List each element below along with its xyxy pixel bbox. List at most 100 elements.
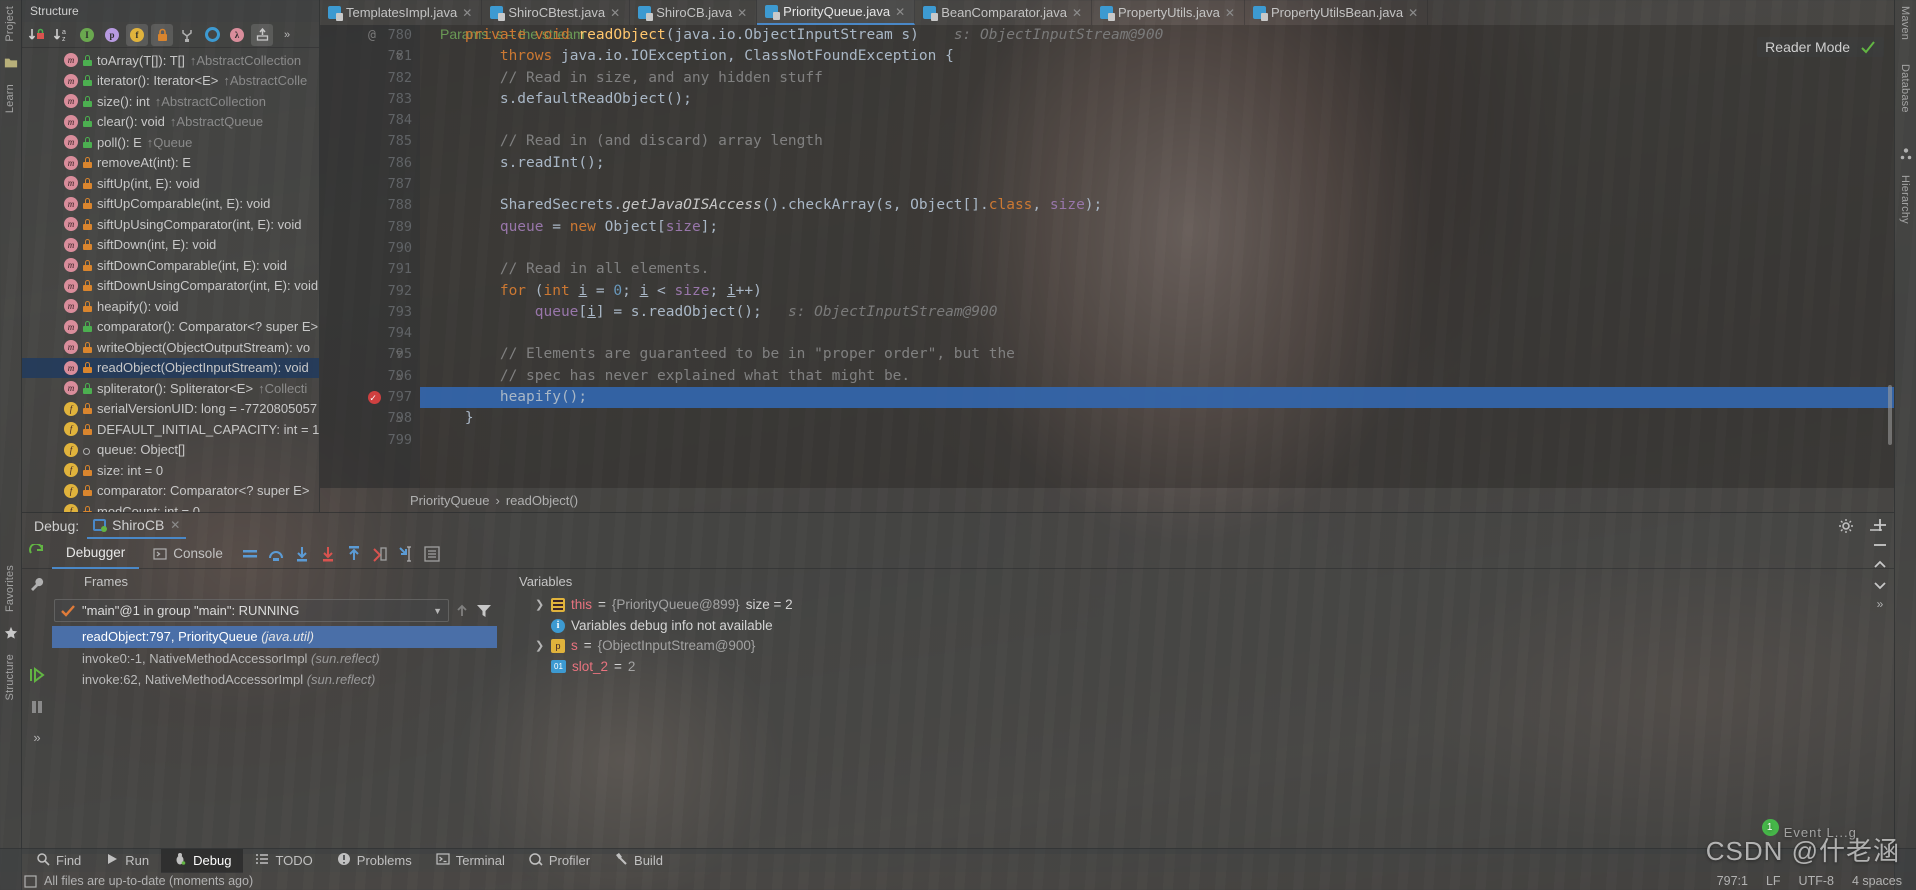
structure-item[interactable]: m writeObject(ObjectOutputStream): vo (22, 337, 319, 358)
gutter-line[interactable]: 797 (320, 387, 420, 409)
close-tab-icon[interactable]: ✕ (462, 6, 472, 20)
drop-frame-icon[interactable] (367, 541, 393, 567)
code-line[interactable]: // Elements are guaranteed to be in "pro… (420, 344, 1894, 365)
structure-item[interactable]: f size: int = 0 (22, 460, 319, 481)
bottom-tool-terminal[interactable]: Terminal (424, 849, 517, 873)
variable-row[interactable]: ❯ p s = {ObjectInputStream@900} (527, 636, 1894, 657)
structure-tree[interactable]: m toArray(T[]): T[] ↑AbstractCollection m i… (22, 48, 319, 512)
sidebar-item-favorites[interactable]: Favorites (0, 559, 20, 618)
code-line[interactable]: // Read in size, and any hidden stuff (420, 68, 1894, 89)
code-line[interactable] (420, 110, 1894, 131)
structure-item[interactable]: f serialVersionUID: long = -7720805057 (22, 399, 319, 420)
variable-row[interactable]: ❯ this = {PriorityQueue@899} size = 2 (527, 595, 1894, 616)
breadcrumb-method[interactable]: readObject() (506, 493, 578, 508)
editor-tab[interactable]: ShiroCB.java ✕ (630, 0, 758, 25)
gutter-line[interactable]: 790 (320, 238, 420, 259)
editor-code-area[interactable]: private void readObject(java.io.ObjectIn… (420, 25, 1894, 488)
variable-row[interactable]: i Variables debug info not available (527, 616, 1894, 637)
gutter-line[interactable]: 786 (320, 153, 420, 174)
sidebar-item-hierarchy[interactable]: Hierarchy (1895, 169, 1915, 230)
thread-selector[interactable]: "main"@1 in group "main": RUNNING ▼ (54, 599, 449, 622)
gear-icon[interactable] (1838, 518, 1854, 534)
show-lambdas-icon[interactable]: λ (226, 24, 248, 46)
close-tab-icon[interactable]: ✕ (1408, 6, 1418, 20)
close-tab-icon[interactable]: ✕ (1072, 6, 1082, 20)
sidebar-item-learn[interactable]: Learn (0, 78, 20, 119)
editor-tab[interactable]: PropertyUtils.java ✕ (1092, 0, 1245, 25)
gutter-line[interactable]: 799 (320, 430, 420, 451)
structure-item[interactable]: m clear(): void ↑AbstractQueue (22, 112, 319, 133)
structure-item[interactable]: f DEFAULT_INITIAL_CAPACITY: int = 11 (22, 419, 319, 440)
code-editor[interactable]: Params: s – the stream @780 ▽ 781 782 783 784… (320, 25, 1894, 488)
gutter-line[interactable]: 793 (320, 302, 420, 323)
reader-mode-indicator[interactable]: Reader Mode (1757, 37, 1884, 57)
fold-marker-icon[interactable]: ▽ (396, 344, 402, 365)
code-line[interactable]: // Read in (and discard) array length (420, 131, 1894, 152)
bottom-tool-find[interactable]: Find (24, 849, 93, 873)
call-stack-list[interactable]: readObject:797, PriorityQueue (java.util… (52, 626, 497, 691)
show-inherited-icon[interactable]: I (76, 24, 98, 46)
code-line[interactable] (420, 238, 1894, 259)
code-line[interactable]: SharedSecrets.getJavaOISAccess().checkAr… (420, 195, 1894, 216)
structure-item[interactable]: m poll(): E ↑Queue (22, 132, 319, 153)
debug-session-tab[interactable]: ShiroCB ✕ (87, 513, 187, 539)
bottom-tool-debug[interactable]: Debug (161, 848, 244, 873)
evaluate-expression-icon[interactable] (419, 541, 445, 567)
code-line[interactable] (420, 323, 1894, 344)
bottom-tool-todo[interactable]: TODO (243, 849, 324, 873)
filter-icon[interactable] (475, 602, 493, 620)
tab-debugger[interactable]: Debugger (52, 539, 140, 569)
code-line[interactable] (420, 430, 1894, 451)
structure-item[interactable]: m comparator(): Comparator<? super E> (22, 317, 319, 338)
export-threads-icon[interactable] (453, 602, 471, 620)
structure-item[interactable]: m siftUpUsingComparator(int, E): void (22, 214, 319, 235)
bottom-tool-profiler[interactable]: Profiler (517, 849, 602, 873)
force-step-into-icon[interactable] (315, 541, 341, 567)
sort-alphabetically-icon[interactable]: az (51, 24, 73, 46)
code-line[interactable]: queue[i] = s.readObject(); s: ObjectInpu… (420, 302, 1894, 323)
gutter-line[interactable]: △ 796 (320, 366, 420, 387)
close-tab-icon[interactable]: ✕ (895, 5, 905, 19)
gutter-line[interactable]: △ 798 (320, 408, 420, 429)
sidebar-item-project[interactable]: Project (0, 0, 20, 48)
gutter-line[interactable]: 789 (320, 217, 420, 238)
step-over-icon[interactable] (263, 541, 289, 567)
structure-item[interactable]: m siftUp(int, E): void (22, 173, 319, 194)
fold-marker-icon[interactable]: △ (396, 408, 402, 429)
expand-chevron-icon[interactable]: ❯ (535, 636, 545, 657)
structure-item[interactable]: m iterator(): Iterator<E> ↑AbstractColle (22, 71, 319, 92)
add-watch-icon[interactable] (1872, 517, 1888, 533)
structure-item[interactable]: m size(): int ↑AbstractCollection (22, 91, 319, 112)
editor-tab[interactable]: ShiroCBtest.java ✕ (482, 0, 631, 25)
structure-item[interactable]: m toArray(T[]): T[] ↑AbstractCollection (22, 50, 319, 71)
caret-position[interactable]: 797:1 (1717, 874, 1748, 888)
sort-by-visibility-icon[interactable] (26, 24, 48, 46)
gutter-line[interactable]: 794 (320, 323, 420, 344)
mute-breakpoints-icon[interactable] (237, 541, 263, 567)
structure-item[interactable]: f modCount: int = 0 (22, 501, 319, 512)
code-line[interactable]: heapify(); (420, 387, 1894, 409)
gutter-line[interactable]: 788 (320, 195, 420, 216)
resume-program-icon[interactable] (28, 666, 46, 684)
structure-item[interactable]: m siftDownUsingComparator(int, E): void (22, 276, 319, 297)
file-encoding[interactable]: UTF-8 (1799, 874, 1834, 888)
run-to-cursor-icon[interactable] (393, 541, 419, 567)
gutter-line[interactable]: 787 (320, 174, 420, 195)
code-line[interactable]: } (420, 408, 1894, 429)
bottom-tool-problems[interactable]: Problems (325, 849, 424, 873)
editor-tab[interactable]: BeanComparator.java ✕ (915, 0, 1092, 25)
move-down-icon[interactable] (1872, 577, 1888, 593)
fold-marker-icon[interactable]: △ (396, 366, 402, 387)
fold-marker-icon[interactable]: ▽ (396, 46, 402, 67)
code-line[interactable]: // Read in all elements. (420, 259, 1894, 280)
show-anonymous-icon[interactable] (201, 24, 223, 46)
breadcrumb[interactable]: PriorityQueue › readObject() (320, 488, 1894, 512)
variable-row[interactable]: 01 slot_2 = 2 (527, 657, 1894, 678)
gutter-line[interactable]: 791 (320, 259, 420, 280)
stack-frame[interactable]: invoke0:-1, NativeMethodAccessorImpl (su… (52, 648, 497, 670)
editor-tab[interactable]: PriorityQueue.java ✕ (757, 0, 916, 25)
tab-console[interactable]: Console (139, 539, 237, 569)
structure-item[interactable]: m siftUpComparable(int, E): void (22, 194, 319, 215)
remove-watch-icon[interactable] (1872, 537, 1888, 553)
rerun-icon[interactable] (28, 544, 46, 562)
